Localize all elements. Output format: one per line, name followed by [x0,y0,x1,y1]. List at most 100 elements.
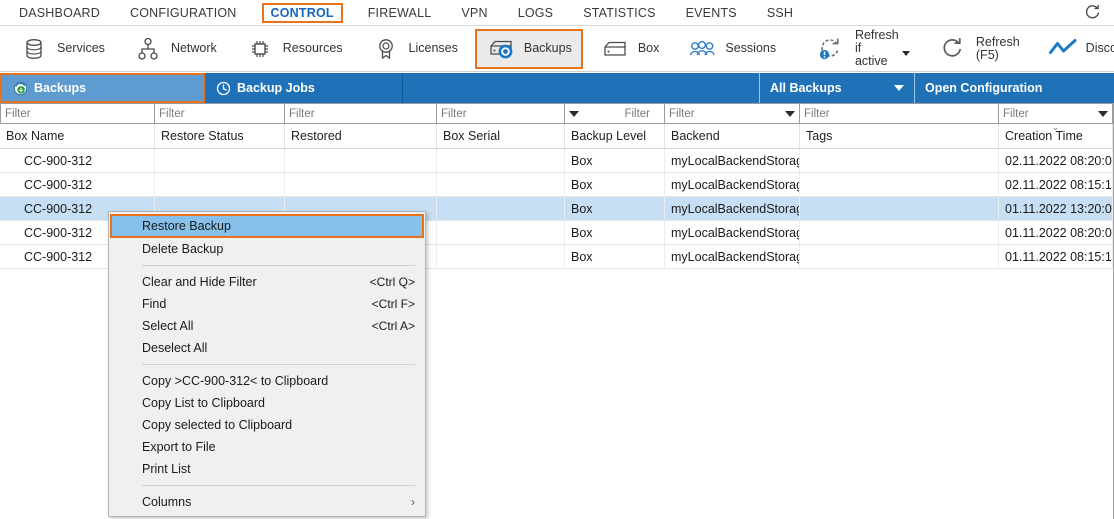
toolbar-button-box[interactable]: Box [589,29,671,69]
filter-input-backend[interactable]: Filter [665,104,800,123]
filter-input-backup-level[interactable]: Filter [565,104,665,123]
tab-strip-filler [403,73,759,103]
filter-input-tags[interactable]: Filter [800,104,999,123]
toolbar-button-disconnect[interactable]: Disconnect [1037,29,1114,69]
toolbar-button-label: Box [637,41,660,55]
toolbar-button-refresh-f5[interactable]: Refresh (F5) [927,29,1031,69]
grid-filter-row: Filter Filter Filter Filter Filter Filter Filt… [0,103,1113,124]
context-menu-item-export-to-file[interactable]: Export to File [109,436,425,458]
refresh-icon [938,34,968,64]
context-menu-item-restore-backup[interactable]: Restore Backup [110,214,424,238]
menu-item-logs[interactable]: LOGS [513,4,559,22]
cell-restored [285,149,437,172]
tab-backups[interactable]: Backups [0,73,205,103]
toolbar-button-backups[interactable]: Backups [474,28,583,69]
context-menu-item-label: Restore Backup [142,219,231,233]
cell-tags [800,197,999,220]
refresh-if-active-icon [817,34,847,64]
application-window: DASHBOARD CONFIGURATION CONTROL FIREWALL VPN… [0,0,1114,519]
context-menu-item-label: Copy selected to Clipboard [142,418,293,432]
context-menu-item-find[interactable]: Find <Ctrl F> [109,293,425,315]
context-menu-item-delete-backup[interactable]: Delete Backup [109,238,425,260]
tab-backup-jobs[interactable]: Backup Jobs [205,73,403,103]
backups-icon [486,34,516,64]
context-menu-item-print-list[interactable]: Print List [109,458,425,480]
open-configuration-label: Open Configuration [925,81,1043,95]
column-header-restored[interactable]: Restored [285,124,437,148]
filter-input-box-serial[interactable]: Filter [437,104,565,123]
toolbar-button-services[interactable]: Services [8,29,116,69]
cell-backend: myLocalBackendStorage [665,221,800,244]
context-menu-item-shortcut: <Ctrl F> [371,297,415,311]
menu-item-configuration[interactable]: CONFIGURATION [125,4,242,22]
cell-creation-time: 01.11.2022 13:20:02 [999,197,1113,220]
disconnect-icon [1048,34,1078,64]
cell-backend: myLocalBackendStorage [665,149,800,172]
column-header-backend[interactable]: Backend [665,124,800,148]
table-row[interactable]: CC-900-312 Box myLocalBackendStorage 02.11.… [0,173,1113,197]
toolbar-button-licenses[interactable]: Licenses [360,29,469,69]
context-menu-separator [142,364,415,365]
sessions-icon [687,34,717,64]
chevron-down-icon[interactable] [1098,110,1108,117]
grid-header-row: Box Name Restore Status Restored Box Serial… [0,124,1113,149]
tab-strip: Backups Backup Jobs All Backups Open Con… [0,73,1114,103]
context-menu-item-deselect-all[interactable]: Deselect All [109,337,425,359]
backups-scope-dropdown[interactable]: All Backups [759,73,914,103]
column-header-label: Creation Time [1005,129,1083,143]
filter-placeholder: Filter [159,107,185,120]
menu-item-dashboard[interactable]: DASHBOARD [14,4,105,22]
menu-item-statistics[interactable]: STATISTICS [578,4,660,22]
box-icon [600,34,630,64]
table-row[interactable]: CC-900-312 Box myLocalBackendStorage 02.11.… [0,149,1113,173]
tab-backups-label: Backups [34,81,87,95]
chevron-down-icon[interactable] [785,110,795,117]
menu-item-ssh[interactable]: SSH [762,4,798,22]
toolbar-button-network[interactable]: Network [122,29,228,69]
column-header-creation-time[interactable]: Creation Time ⌄ [999,124,1113,148]
context-menu-item-copy-cc-900-312-to-clipboard[interactable]: Copy >CC-900-312< to Clipboard [109,370,425,392]
context-menu-item-clear-and-hide-filter[interactable]: Clear and Hide Filter <Ctrl Q> [109,271,425,293]
column-header-tags[interactable]: Tags [800,124,999,148]
context-menu-item-copy-selected-to-clipboard[interactable]: Copy selected to Clipboard [109,414,425,436]
context-menu-item-copy-list-to-clipboard[interactable]: Copy List to Clipboard [109,392,425,414]
cell-backend: myLocalBackendStorage [665,245,800,268]
backup-download-icon [12,80,28,96]
filter-input-restored[interactable]: Filter [285,104,437,123]
toolbar-button-label: Services [57,41,105,55]
context-menu-item-columns[interactable]: Columns › [109,491,425,513]
toolbar-button-label: Refresh (F5) [975,34,1020,62]
menu-item-firewall[interactable]: FIREWALL [363,4,437,22]
open-configuration-button[interactable]: Open Configuration [914,73,1114,103]
filter-placeholder: Filter [289,107,315,120]
toolbar-button-refresh-if-active[interactable]: Refresh if active [806,29,921,69]
filter-placeholder: Filter [804,107,830,120]
cpu-chip-icon [245,34,275,64]
filter-input-restore-status[interactable]: Filter [155,104,285,123]
toolbar-button-sessions[interactable]: Sessions [676,29,787,69]
menu-item-control[interactable]: CONTROL [261,2,343,23]
toolbar-button-resources[interactable]: Resources [234,29,354,69]
filter-placeholder: Filter [441,107,467,120]
chevron-down-icon[interactable] [569,110,579,117]
column-header-box-serial[interactable]: Box Serial [437,124,565,148]
column-header-backup-level[interactable]: Backup Level [565,124,665,148]
filter-input-creation-time[interactable]: Filter [999,104,1113,123]
menu-item-vpn[interactable]: VPN [456,4,492,22]
network-tree-icon [133,34,163,64]
column-header-restore-status[interactable]: Restore Status [155,124,285,148]
column-header-label: Restore Status [161,129,244,143]
context-menu-item-label: Deselect All [142,341,208,355]
context-menu-item-select-all[interactable]: Select All <Ctrl A> [109,315,425,337]
context-menu-item-label: Copy >CC-900-312< to Clipboard [142,374,329,388]
chevron-right-icon: › [411,495,415,509]
column-header-box-name[interactable]: Box Name [0,124,155,148]
cell-backend: myLocalBackendStorage [665,173,800,196]
filter-placeholder: Filter [624,107,650,120]
chevron-down-icon[interactable] [901,50,910,56]
menu-item-events[interactable]: EVENTS [681,4,742,22]
refresh-icon[interactable] [1082,3,1102,23]
filter-placeholder: Filter [5,107,31,120]
column-header-label: Tags [806,129,833,143]
filter-input-box-name[interactable]: Filter [0,104,155,123]
